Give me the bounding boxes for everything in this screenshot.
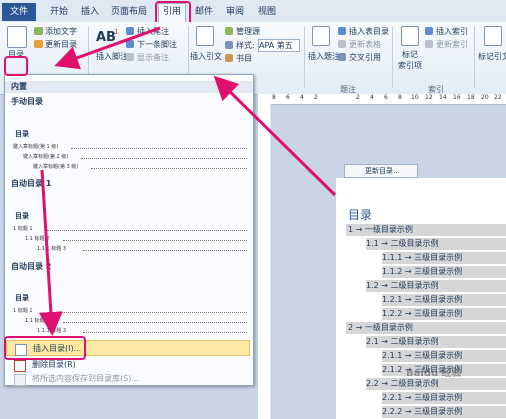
arrow-to-toc-button [54, 26, 161, 70]
arrow-to-insert-toc [38, 169, 63, 336]
arrow-to-references [213, 75, 337, 197]
annotation-arrows [38, 26, 337, 336]
